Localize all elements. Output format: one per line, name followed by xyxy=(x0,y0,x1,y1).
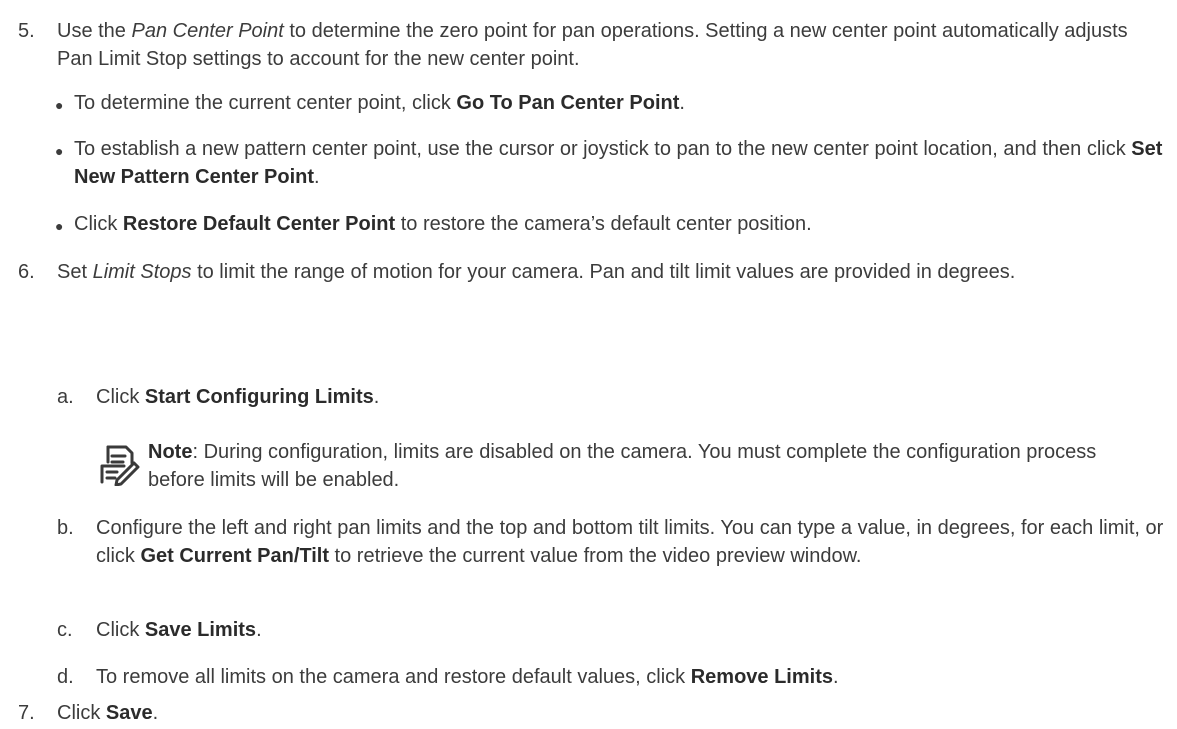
ui-label: Remove Limits xyxy=(690,666,833,688)
note-text: Note: During configuration, limits are d… xyxy=(148,438,1158,494)
emphasis: Pan Center Point xyxy=(131,20,284,42)
sub-step: Click Save Limits. xyxy=(96,616,1166,644)
sub-letter: a. xyxy=(57,386,74,408)
text: . xyxy=(152,702,159,724)
note-icon xyxy=(100,445,140,486)
text: Set xyxy=(57,261,93,283)
text: to restore the camera’s default center p… xyxy=(395,213,812,235)
sub-letter: d. xyxy=(57,666,74,688)
text: To remove all limits on the camera and r… xyxy=(96,666,691,688)
sub-step: Configure the left and right pan limits … xyxy=(96,514,1166,570)
bullet: ● xyxy=(55,143,64,159)
bullet-item: To establish a new pattern center point,… xyxy=(74,135,1164,191)
text: Click xyxy=(74,213,123,235)
text: . xyxy=(679,92,685,114)
text: To establish a new pattern center point,… xyxy=(74,138,1132,160)
text: . xyxy=(832,666,839,688)
text: Click xyxy=(57,702,106,724)
ui-label: Save xyxy=(105,702,153,724)
ui-label: Start Configuring Limits xyxy=(144,386,374,408)
text: Click xyxy=(96,386,145,408)
bullet-item: Click Restore Default Center Point to re… xyxy=(74,210,1164,238)
ui-label: Get Current Pan/Tilt xyxy=(140,545,329,567)
ui-label: Go To Pan Center Point xyxy=(456,92,680,114)
step-number: 5. xyxy=(18,20,35,42)
text: to limit the range of motion for your ca… xyxy=(191,261,1016,283)
sub-step: Click Start Configuring Limits. xyxy=(96,383,1166,411)
step-text: Click Save. xyxy=(57,699,1157,727)
text: . xyxy=(256,619,262,641)
sub-letter: c. xyxy=(57,619,73,641)
bullet-item: To determine the current center point, c… xyxy=(74,89,1164,117)
text: . xyxy=(314,166,320,188)
text: Click xyxy=(96,619,145,641)
emphasis: Limit Stops xyxy=(92,261,192,283)
bullet: ● xyxy=(55,97,64,113)
text: : During configuration, limits are disab… xyxy=(148,441,1097,491)
text: . xyxy=(373,386,380,408)
bullet: ● xyxy=(55,218,64,234)
sub-step: To remove all limits on the camera and r… xyxy=(96,663,1166,691)
text: To determine the current center point, c… xyxy=(74,92,457,114)
note-label: Note xyxy=(148,441,193,463)
step-text: Use the Pan Center Point to determine th… xyxy=(57,17,1157,73)
ui-label: Save Limits xyxy=(144,619,257,641)
sub-letter: b. xyxy=(57,517,74,539)
step-number: 6. xyxy=(18,261,35,283)
text: Use the xyxy=(57,20,132,42)
ui-label: Restore Default Center Point xyxy=(122,213,396,235)
step-text: Set Limit Stops to limit the range of mo… xyxy=(57,258,1157,286)
step-number: 7. xyxy=(18,702,35,724)
text: to retrieve the current value from the v… xyxy=(329,545,862,567)
